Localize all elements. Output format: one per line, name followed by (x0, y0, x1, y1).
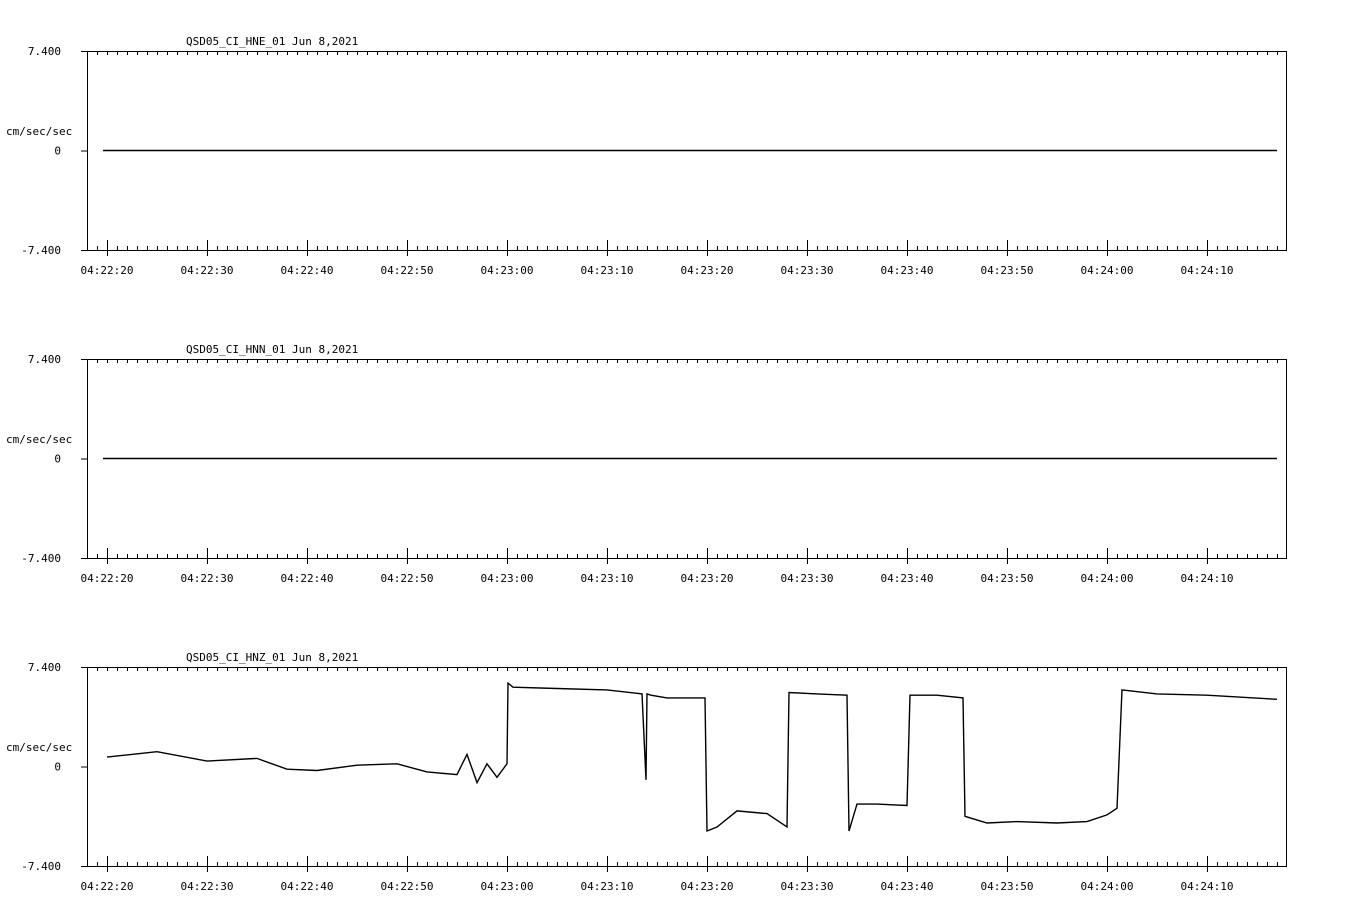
x-tick-label: 04:23:40 (881, 264, 934, 277)
x-tick-label: 04:23:00 (481, 264, 534, 277)
x-tick-label: 04:24:10 (1181, 264, 1234, 277)
x-tick-label: 04:23:30 (781, 880, 834, 893)
x-tick-label: 04:22:20 (81, 264, 134, 277)
x-tick-label: 04:23:10 (581, 572, 634, 585)
y-tick-label: -7.400 (21, 860, 61, 873)
x-tick-label: 04:22:40 (281, 264, 334, 277)
y-tick-label: 7.400 (28, 353, 61, 366)
x-tick-label: 04:23:10 (581, 880, 634, 893)
x-tick-label: 04:23:40 (881, 880, 934, 893)
x-tick-label: 04:22:20 (81, 880, 134, 893)
x-tick-label: 04:24:10 (1181, 572, 1234, 585)
y-tick-label: -7.400 (21, 552, 61, 565)
x-tick-label: 04:22:50 (381, 880, 434, 893)
y-tick-label: 0 (54, 145, 61, 158)
x-tick-label: 04:23:50 (981, 572, 1034, 585)
x-tick-label: 04:22:30 (181, 264, 234, 277)
x-tick-label: 04:24:00 (1081, 880, 1134, 893)
x-tick-label: 04:23:20 (681, 264, 734, 277)
chart-panel: 7.400 0 -7.400 cm/sec/sec QSD05_CI_HNE_01 Ju… (6, 35, 1287, 277)
chart-title: QSD05_CI_HNE_01 Jun 8,2021 (186, 35, 358, 48)
x-tick-label: 04:23:10 (581, 264, 634, 277)
x-tick-label: 04:23:20 (681, 572, 734, 585)
x-tick-label: 04:24:00 (1081, 572, 1134, 585)
x-tick-label: 04:23:20 (681, 880, 734, 893)
chart-title: QSD05_CI_HNZ_01 Jun 8,2021 (186, 651, 358, 664)
x-tick-label: 04:22:30 (181, 880, 234, 893)
x-tick-label: 04:22:30 (181, 572, 234, 585)
x-tick-label: 04:23:30 (781, 264, 834, 277)
y-tick-label: 0 (54, 761, 61, 774)
x-tick-label: 04:23:40 (881, 572, 934, 585)
chart-title: QSD05_CI_HNN_01 Jun 8,2021 (186, 343, 358, 356)
x-tick-label: 04:22:40 (281, 880, 334, 893)
y-tick-label: 7.400 (28, 45, 61, 58)
chart-panel: 7.400 0 -7.400 cm/sec/sec QSD05_CI_HNN_01 Ju… (6, 343, 1287, 585)
x-tick-label: 04:23:00 (481, 880, 534, 893)
y-axis-label: cm/sec/sec (6, 741, 72, 754)
chart-panel: 7.400 0 -7.400 cm/sec/sec QSD05_CI_HNZ_01 Ju… (6, 651, 1287, 893)
y-axis-label: cm/sec/sec (6, 433, 72, 446)
seismogram-figure: 7.400 0 -7.400 cm/sec/sec QSD05_CI_HNE_01 Ju… (6, 35, 1287, 893)
series-line (106, 681, 1278, 833)
x-tick-label: 04:22:50 (381, 572, 434, 585)
x-tick-label: 04:23:50 (981, 264, 1034, 277)
y-tick-label: 0 (54, 453, 61, 466)
x-tick-label: 04:22:50 (381, 264, 434, 277)
y-tick-label: 7.400 (28, 661, 61, 674)
x-tick-label: 04:23:30 (781, 572, 834, 585)
y-tick-label: -7.400 (21, 244, 61, 257)
x-tick-label: 04:22:40 (281, 572, 334, 585)
x-tick-label: 04:23:50 (981, 880, 1034, 893)
x-tick-label: 04:24:10 (1181, 880, 1234, 893)
x-tick-label: 04:24:00 (1081, 264, 1134, 277)
x-tick-label: 04:22:20 (81, 572, 134, 585)
x-tick-label: 04:23:00 (481, 572, 534, 585)
y-axis-label: cm/sec/sec (6, 125, 72, 138)
